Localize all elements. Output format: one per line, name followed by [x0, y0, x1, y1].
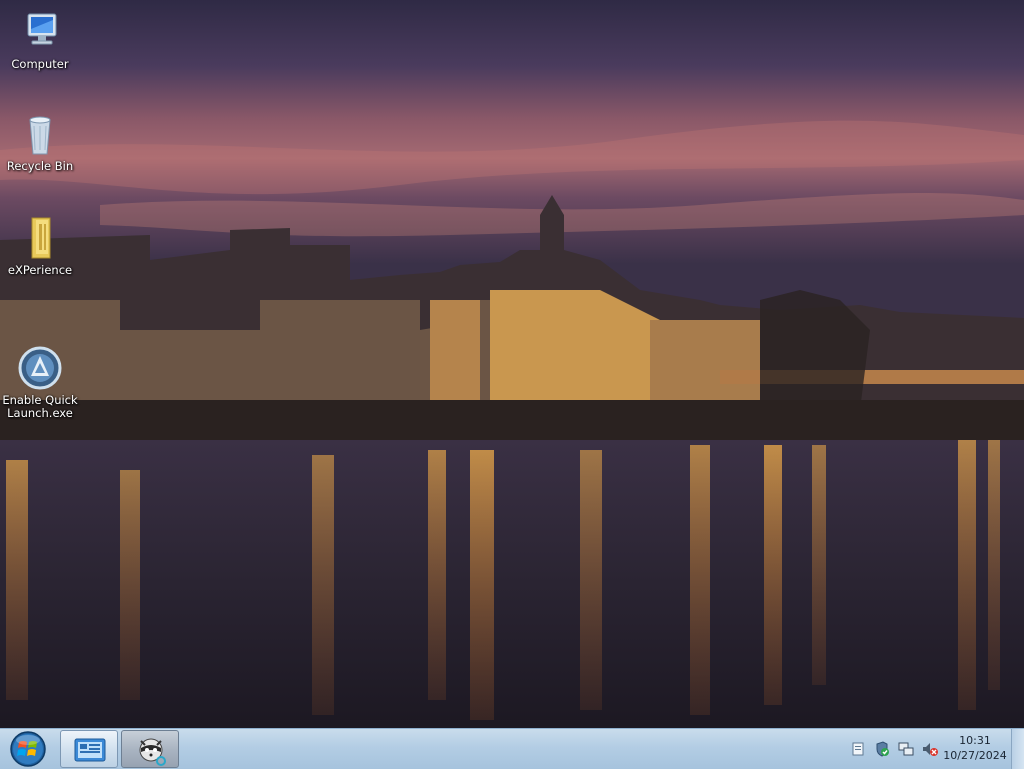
desktop-icon-label: eXPerience: [7, 263, 73, 277]
desktop-icon-recycle-bin[interactable]: Recycle Bin: [2, 110, 78, 173]
clock-time: 10:31: [959, 734, 991, 747]
desktop-icon-experience[interactable]: eXPerience: [2, 214, 78, 277]
taskbar: 10:31 10/27/2024: [0, 728, 1024, 769]
control-panel-icon: [74, 738, 106, 762]
taskbar-button-raccoon-app[interactable]: [121, 730, 179, 768]
show-desktop-button[interactable]: [1011, 729, 1024, 769]
windows-orb-icon: [10, 731, 46, 767]
action-center-icon[interactable]: [850, 741, 866, 757]
clock[interactable]: 10:31 10/27/2024: [940, 733, 1010, 763]
wallpaper-image: [0, 0, 1024, 728]
volume-muted-icon[interactable]: [922, 741, 938, 757]
desktop-icon-label: Enable Quick Launch.exe: [2, 393, 78, 420]
system-tray: 10:31 10/27/2024: [834, 729, 1024, 769]
start-button[interactable]: [2, 729, 54, 769]
desktop-icon-label: Recycle Bin: [6, 159, 74, 173]
folder-icon: [16, 214, 64, 262]
recycle-bin-icon: [16, 110, 64, 158]
desktop-icon-enable-quick-launch[interactable]: Enable Quick Launch.exe: [2, 318, 78, 420]
app-icon: [16, 331, 64, 390]
clock-date: 10/27/2024: [943, 749, 1007, 762]
desktop: Computer Recycle Bin eXPerience Enable Q…: [0, 0, 1024, 728]
raccoon-app-icon: [139, 738, 166, 766]
network-icon[interactable]: [898, 741, 914, 757]
security-shield-icon[interactable]: [874, 741, 890, 757]
desktop-icon-label: Computer: [11, 57, 69, 71]
taskbar-button-control-panel[interactable]: [60, 730, 118, 768]
desktop-icon-computer[interactable]: Computer: [2, 8, 78, 71]
computer-icon: [16, 8, 64, 56]
